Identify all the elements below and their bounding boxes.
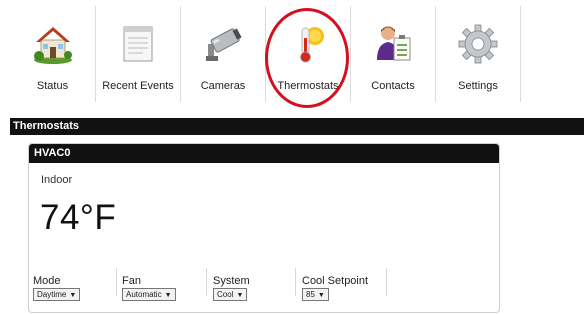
nav-item-label: Cameras xyxy=(200,80,246,92)
system-control: System Cool ▼ xyxy=(213,275,250,301)
thermostat-name: HVAC0 xyxy=(29,144,499,163)
nav-item-cameras[interactable]: Cameras xyxy=(181,6,265,104)
cool-setpoint-value: 85 xyxy=(306,290,315,299)
chevron-down-icon: ▼ xyxy=(69,292,77,299)
fan-value: Automatic xyxy=(126,290,162,299)
mode-control: Mode Daytime ▼ xyxy=(33,275,81,301)
control-divider xyxy=(116,268,117,296)
section-header: Thermostats xyxy=(10,118,584,135)
nav-item-label: Contacts xyxy=(371,80,415,92)
thermometer-icon xyxy=(300,27,324,63)
cool-setpoint-label: Cool Setpoint xyxy=(302,275,369,287)
system-label: System xyxy=(213,275,250,287)
nav-item-label: Status xyxy=(36,80,69,92)
temperature-readout: 74°F xyxy=(40,198,117,237)
nav-item-contacts[interactable]: Contacts xyxy=(351,6,435,104)
fan-control: Fan Automatic ▼ xyxy=(122,275,176,301)
nav-item-thermostats[interactable]: Thermostats xyxy=(266,6,350,104)
mode-select[interactable]: Daytime ▼ xyxy=(33,288,81,301)
mode-value: Daytime xyxy=(37,290,67,299)
nav-item-settings[interactable]: Settings xyxy=(436,6,520,104)
control-divider xyxy=(386,268,387,296)
fan-label: Fan xyxy=(122,275,141,287)
mode-label: Mode xyxy=(33,275,61,287)
thermostat-card: HVAC0 Indoor 74°F Mode Daytime ▼ Fan Auto… xyxy=(28,143,500,313)
nav-item-status[interactable]: Status xyxy=(10,6,95,104)
contact-card-icon xyxy=(377,26,411,61)
nav-item-label: Thermostats xyxy=(277,80,339,92)
cool-setpoint-control: Cool Setpoint 85 ▼ xyxy=(302,275,368,301)
control-divider xyxy=(206,268,207,296)
nav-item-label: Recent Events xyxy=(102,80,174,92)
chevron-down-icon: ▼ xyxy=(317,292,325,299)
camera-icon xyxy=(206,28,242,61)
nav-item-label: Settings xyxy=(458,80,498,92)
system-value: Cool xyxy=(217,290,234,299)
chevron-down-icon: ▼ xyxy=(236,292,244,299)
cool-setpoint-select[interactable]: 85 ▼ xyxy=(302,288,329,301)
system-select[interactable]: Cool ▼ xyxy=(213,288,248,301)
nav-item-recent-events[interactable]: Recent Events xyxy=(96,6,180,104)
fan-select[interactable]: Automatic ▼ xyxy=(122,288,176,301)
house-icon xyxy=(33,27,72,64)
chevron-down-icon: ▼ xyxy=(164,292,172,299)
location-label: Indoor xyxy=(41,174,73,186)
control-divider xyxy=(295,268,296,296)
nav-divider xyxy=(520,6,521,102)
gear-icon xyxy=(458,24,498,64)
document-icon xyxy=(123,26,153,62)
